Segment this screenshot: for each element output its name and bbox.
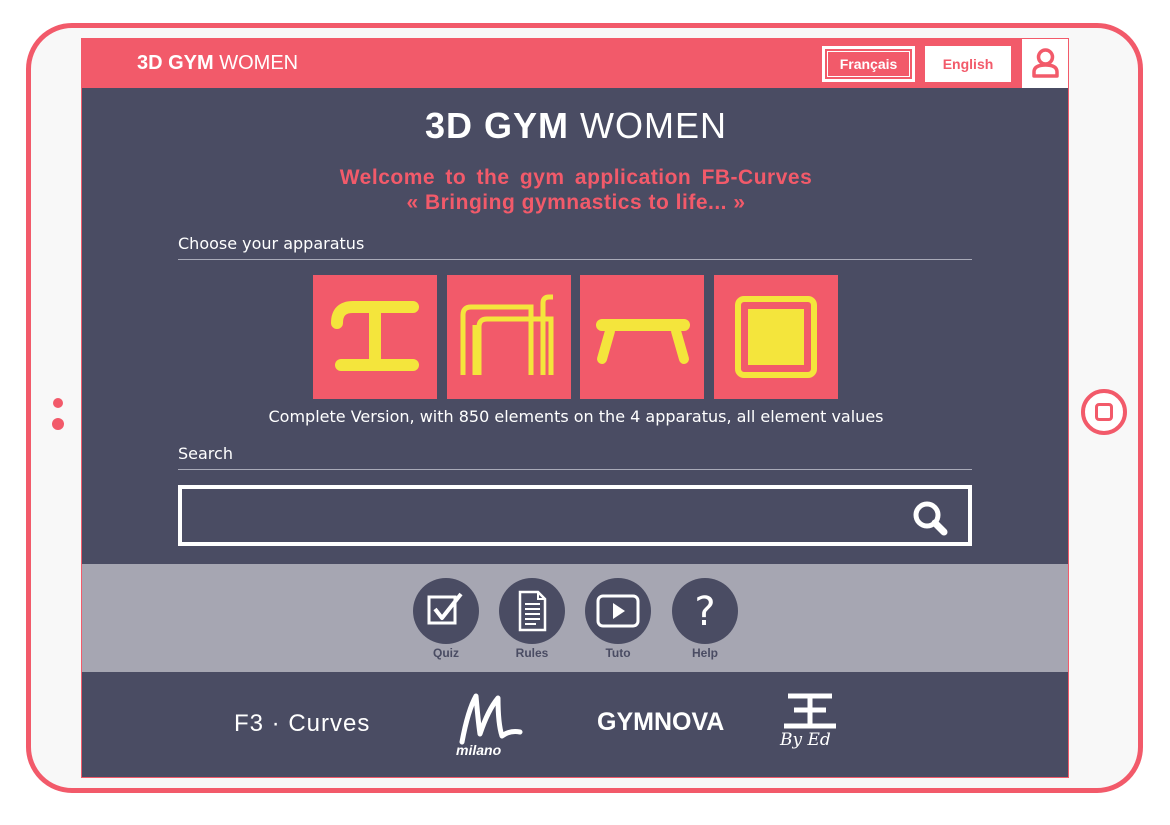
svg-text:?: ? <box>694 589 715 635</box>
welcome-title: Welcome to the gym application FB-Curves <box>339 166 813 189</box>
apparatus-floor[interactable] <box>714 275 838 399</box>
rules-label: Rules <box>515 646 549 660</box>
header-logo: 3D GYM WOMEN <box>137 52 299 74</box>
welcome-tagline: « Bringing gymnastics to life... » <box>406 191 746 214</box>
apparatus-uneven-bars[interactable] <box>447 275 571 399</box>
quiz-label: Quiz <box>433 646 459 660</box>
brand-by-ed: By Ed <box>780 692 850 758</box>
help-button[interactable]: ? Help <box>672 578 738 668</box>
apparatus-note: Complete Version, with 850 elements on t… <box>268 407 884 426</box>
uneven-bars-icon <box>460 294 554 375</box>
tuto-button[interactable]: Tuto <box>585 578 651 668</box>
tablet-home-button[interactable] <box>1081 389 1127 435</box>
lang-english-button[interactable]: English <box>925 46 1011 82</box>
balance-beam-icon <box>596 319 690 364</box>
milano-logo-icon <box>459 693 523 745</box>
apparatus-balance-beam[interactable] <box>580 275 704 399</box>
search-section: Search <box>178 444 972 470</box>
main-logo: 3D GYM WOMEN <box>424 105 728 146</box>
floor-icon <box>735 296 817 378</box>
play-icon <box>596 594 640 628</box>
brand-fb-curves: F3 · Curves <box>234 710 371 737</box>
lang-francais-button[interactable]: Français <box>822 46 915 82</box>
bottom-toolbar: Quiz Rules Tuto ? Help <box>82 564 1068 672</box>
tablet-sensor-dot <box>53 398 63 408</box>
rules-button[interactable]: Rules <box>499 578 565 668</box>
document-icon <box>518 590 547 632</box>
search-box <box>178 485 972 546</box>
apparatus-vault[interactable] <box>313 275 437 399</box>
quiz-button[interactable]: Quiz <box>413 578 479 668</box>
choose-apparatus-label: Choose your apparatus <box>178 234 365 253</box>
tuto-label: Tuto <box>605 646 631 660</box>
user-button[interactable] <box>1022 39 1068 88</box>
checkbox-icon <box>427 592 463 625</box>
by-ed-logo-icon <box>784 693 836 729</box>
top-bar: 3D GYM WOMEN Français English <box>82 39 1068 88</box>
vault-icon <box>331 301 419 371</box>
footer-brands: F3 · Curves milano GYMNOVA By Ed <box>82 672 1068 777</box>
question-icon: ? <box>694 589 715 635</box>
tablet-camera-dot <box>52 418 64 430</box>
help-label: Help <box>691 646 718 660</box>
search-icon[interactable] <box>910 499 950 537</box>
search-label: Search <box>178 444 233 463</box>
search-input[interactable] <box>192 495 896 537</box>
brand-milano: milano <box>454 690 534 760</box>
user-icon <box>1032 48 1059 78</box>
app-screen: 3D GYM WOMEN Français English 3D GYM WOM… <box>81 38 1069 778</box>
choose-apparatus-section: Choose your apparatus <box>178 234 972 260</box>
brand-gymnova: GYMNOVA <box>597 708 725 736</box>
